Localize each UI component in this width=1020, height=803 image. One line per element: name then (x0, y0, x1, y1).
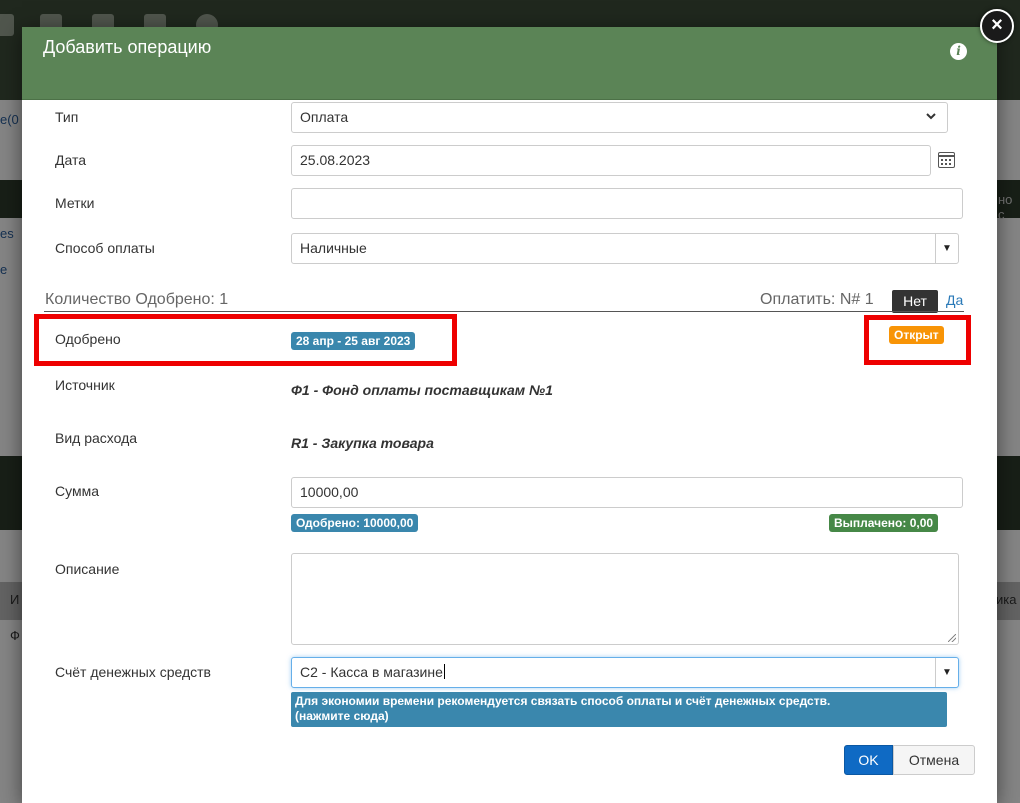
approved-period-badge: 28 апр - 25 авг 2023 (291, 332, 416, 350)
pay-toggle-yes[interactable]: Да (946, 292, 963, 308)
paid-amount-badge: Выплачено: 0,00 (829, 514, 939, 532)
account-select[interactable]: C2 - Касса в магазине ▼ (291, 657, 959, 688)
type-label: Тип (55, 109, 79, 125)
approved-label: Одобрено (55, 331, 121, 347)
account-value: C2 - Касса в магазине (300, 664, 443, 680)
payment-method-select[interactable]: Наличные ▼ (291, 233, 959, 264)
date-value: 25.08.2023 (300, 152, 371, 168)
pay-toggle-no[interactable]: Нет (892, 290, 938, 313)
source-label: Источник (55, 377, 115, 393)
expense-type-label: Вид расхода (55, 430, 138, 446)
dialog-header: Добавить операцию i (22, 27, 997, 100)
account-label: Счёт денежных средств (55, 664, 211, 680)
amount-value: 10000,00 (300, 484, 359, 500)
chevron-down-icon (925, 110, 937, 125)
resize-handle-icon[interactable] (948, 634, 956, 642)
source-value: Ф1 - Фонд оплаты поставщикам №1 (291, 382, 553, 398)
add-operation-dialog: Добавить операцию i Тип Оплата Дата 25.0… (22, 27, 997, 803)
caret-down-icon[interactable]: ▼ (935, 658, 958, 687)
hint-action-text: (нажмите сюда) (295, 709, 389, 723)
status-badge: Открыт (889, 326, 944, 344)
expense-type-value: R1 - Закупка товара (291, 435, 434, 451)
payment-method-label: Способ оплаты (55, 240, 155, 256)
payment-method-value: Наличные (300, 240, 367, 256)
date-label: Дата (55, 152, 87, 168)
dialog-title: Добавить операцию (43, 37, 212, 57)
amount-label: Сумма (55, 483, 99, 499)
amount-input[interactable]: 10000,00 (291, 477, 963, 508)
close-icon[interactable]: × (980, 9, 1014, 43)
cancel-button[interactable]: Отмена (893, 745, 975, 775)
pay-number-label: Оплатить: N# 1 (760, 291, 874, 308)
section-divider (44, 311, 964, 312)
link-payment-account-hint[interactable]: Для экономии времени рекомендуется связа… (291, 692, 947, 727)
date-input[interactable]: 25.08.2023 (291, 145, 931, 176)
approved-amount-badge: Одобрено: 10000,00 (291, 514, 419, 532)
tags-label: Метки (55, 195, 95, 211)
description-textarea[interactable] (291, 553, 959, 645)
description-label: Описание (55, 561, 120, 577)
type-select-value: Оплата (300, 109, 349, 125)
type-select[interactable]: Оплата (291, 102, 948, 133)
text-cursor (443, 664, 445, 679)
hint-text: Для экономии времени рекомендуется связа… (295, 694, 831, 708)
tags-input[interactable] (291, 188, 963, 219)
info-icon[interactable]: i (950, 43, 967, 60)
calendar-icon[interactable] (938, 152, 955, 168)
approved-count-heading: Количество Одобрено: 1 (45, 291, 229, 308)
ok-button[interactable]: OK (844, 745, 893, 775)
caret-down-icon[interactable]: ▼ (935, 234, 958, 263)
